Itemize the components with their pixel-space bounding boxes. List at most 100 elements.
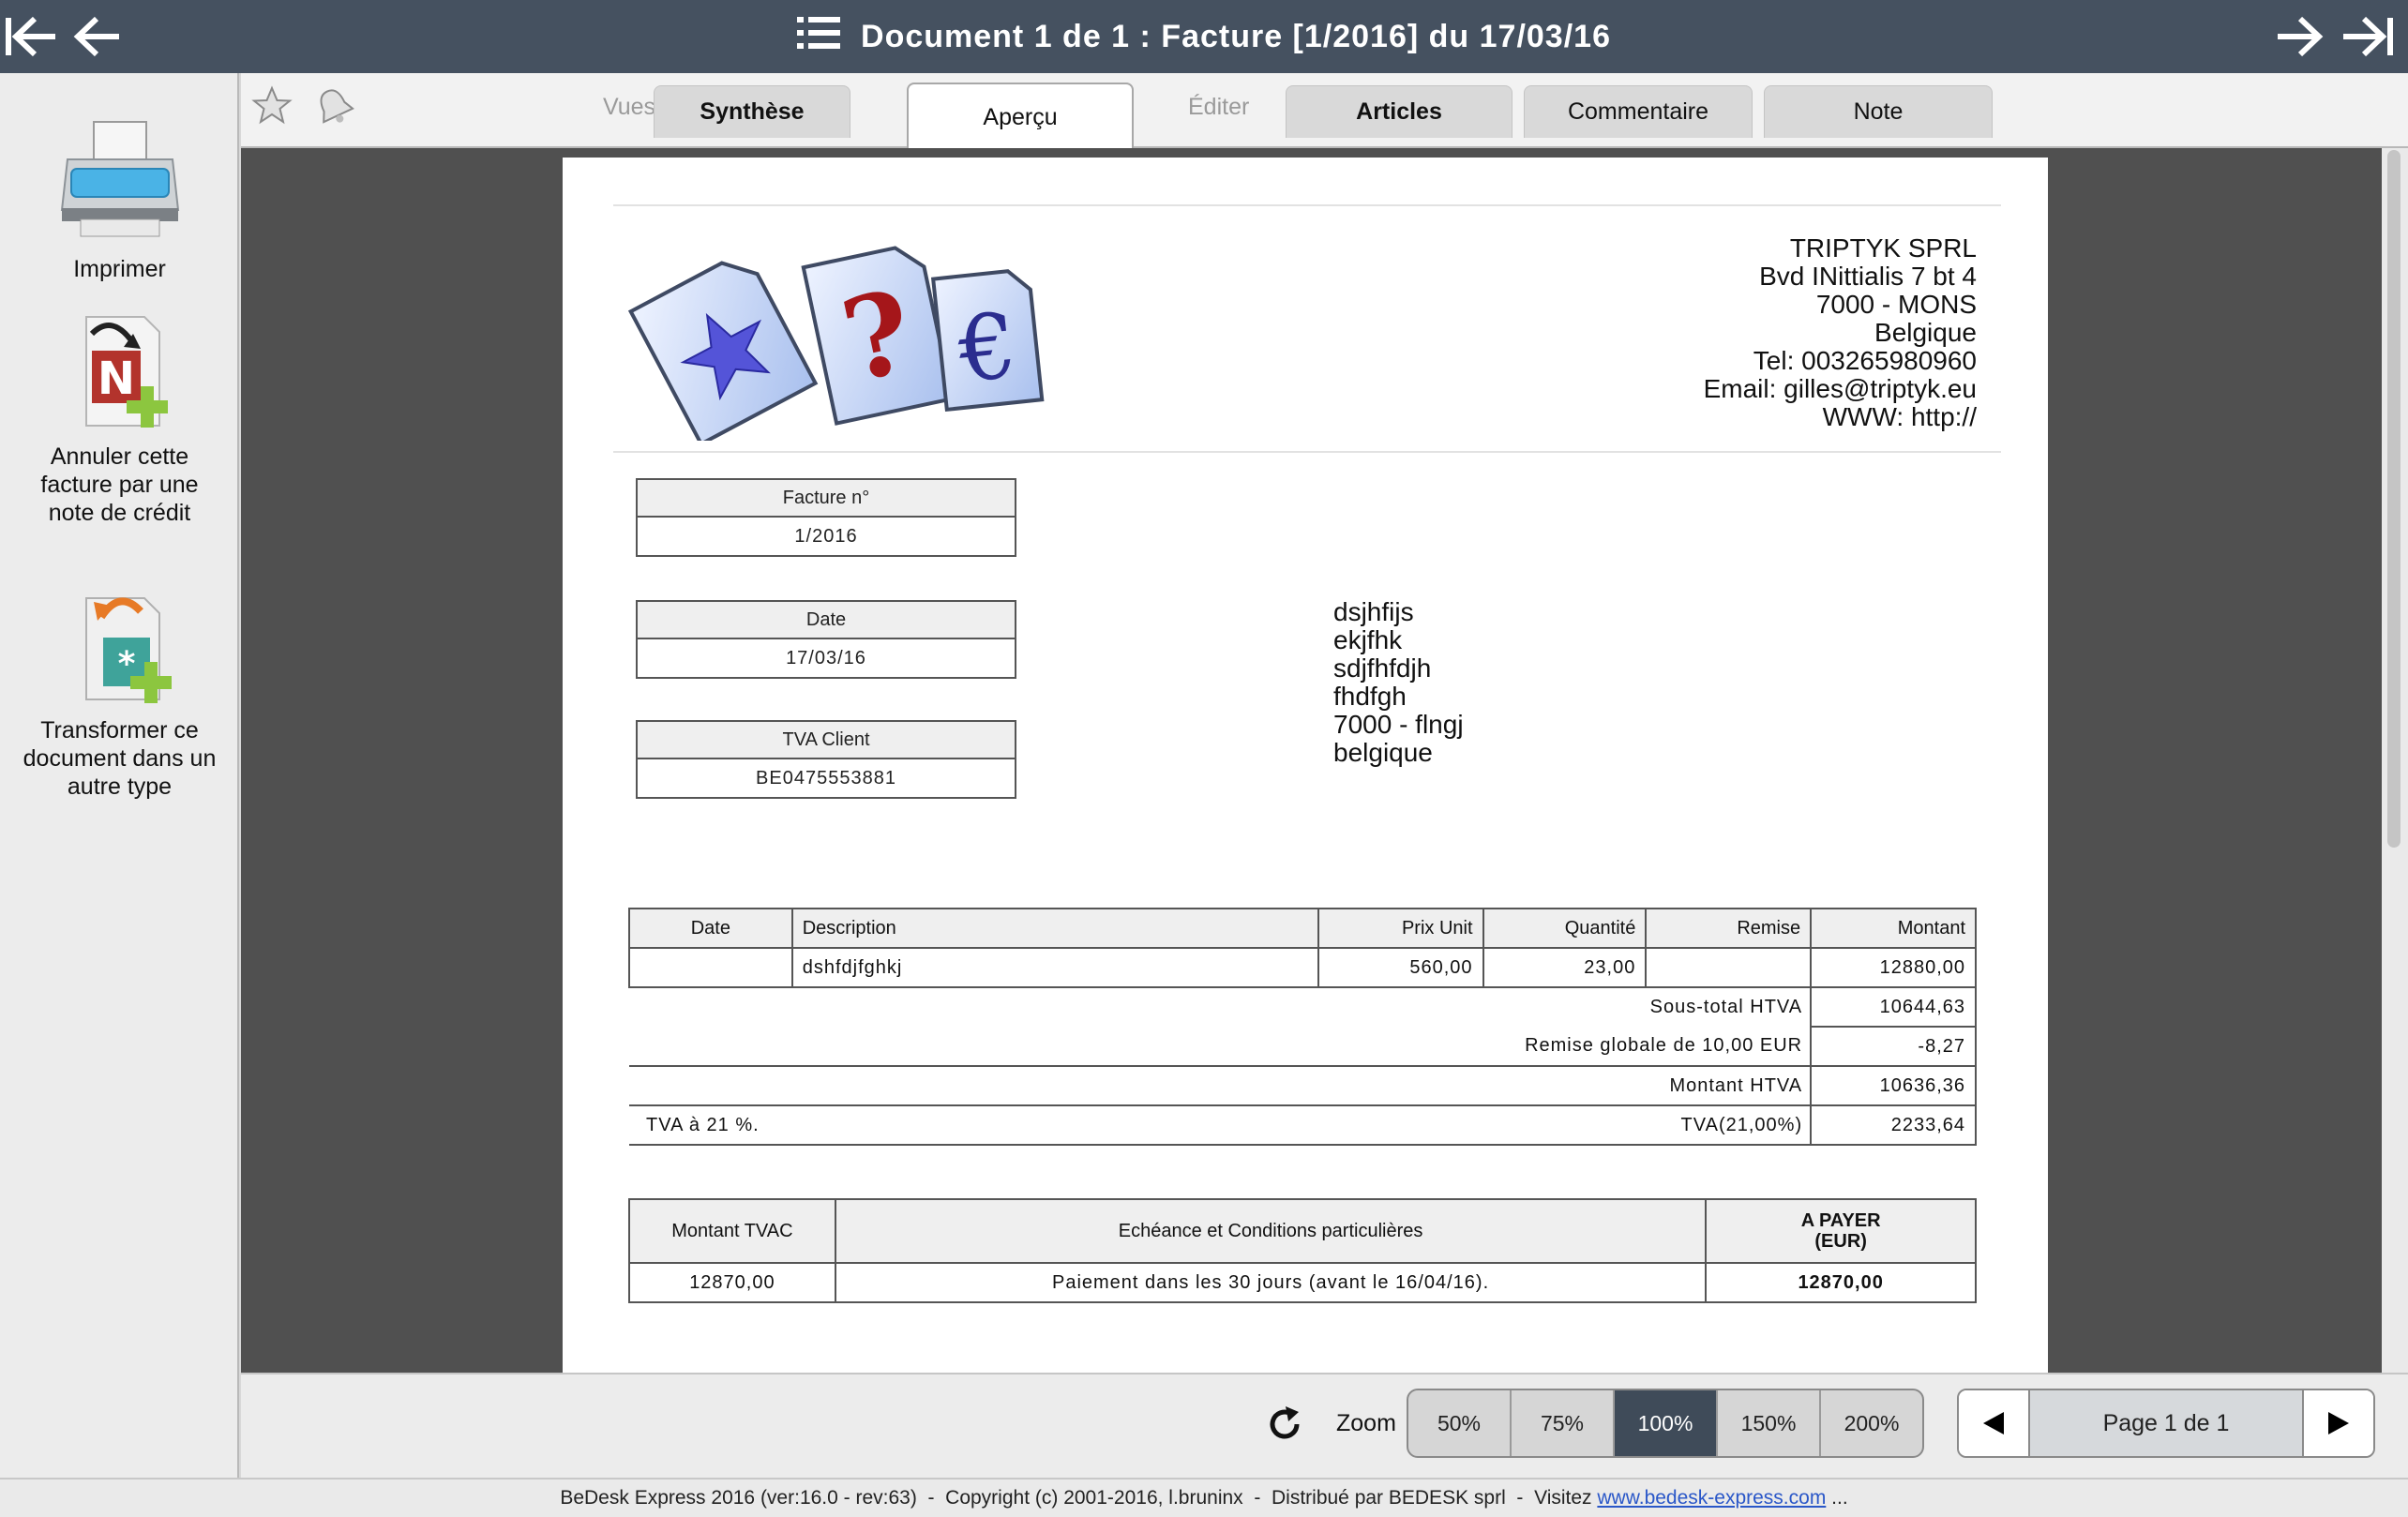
zoom-selector: 50% 75% 100% 150% 200% [1407, 1389, 1924, 1458]
terms-value: Paiement dans les 30 jours (avant le 16/… [834, 1262, 1708, 1303]
line-amount: 12880,00 [1810, 947, 1977, 988]
company-phone: Tel: 003265980960 [1753, 346, 1977, 375]
global-discount-row: Remise globale de 10,00 EUR -8,27 [629, 1026, 1977, 1067]
zoom-150-button[interactable]: 150% [1718, 1390, 1821, 1456]
to-pay-label: A PAYER [1800, 1210, 1881, 1231]
col-description: Description [790, 908, 1319, 949]
zoom-50-button[interactable]: 50% [1408, 1390, 1512, 1456]
action-panel: Imprimer N Annuler cette facture par une… [0, 73, 239, 1478]
zoom-100-button[interactable]: 100% [1615, 1390, 1718, 1456]
net-amount-row: Montant HTVA 10636,36 [629, 1065, 1977, 1106]
global-discount-label: Remise globale de 10,00 EUR [1525, 1035, 1803, 1056]
next-page-button[interactable] [2304, 1390, 2373, 1456]
client-line: dsjhfijs [1333, 597, 1414, 626]
address-divider [613, 451, 2001, 453]
col-date: Date [628, 908, 793, 949]
invoice-date-label: Date [638, 602, 1015, 639]
line-quantity: 23,00 [1482, 947, 1648, 988]
transform-document-icon: * [54, 579, 186, 711]
client-line: belgique [1333, 738, 1433, 767]
zoom-200-button[interactable]: 200% [1821, 1390, 1922, 1456]
terms-label: Echéance et Conditions particulières [834, 1198, 1708, 1264]
edit-group-label: Éditer [1188, 94, 1250, 120]
company-email: Email: gilles@triptyk.eu [1703, 374, 1977, 403]
client-line: fhdfgh [1333, 682, 1407, 711]
company-country: Belgique [1874, 318, 1977, 347]
tvac-label: Montant TVAC [628, 1198, 836, 1264]
company-name: TRIPTYK SPRL [1789, 233, 1977, 263]
invoice-summary-table: Montant TVAC Echéance et Conditions part… [628, 1198, 1977, 1303]
next-document-button[interactable] [2271, 8, 2329, 66]
preview-scrollbar[interactable] [2382, 148, 2408, 1373]
list-icon[interactable] [797, 16, 841, 57]
triangle-left-icon [1983, 1412, 2004, 1434]
col-amount: Montant [1810, 908, 1977, 949]
invoice-number-box: Facture n° 1/2016 [636, 478, 1016, 557]
client-vat-box: TVA Client BE0475553881 [636, 720, 1016, 799]
invoice-date-box: Date 17/03/16 [636, 600, 1016, 679]
status-bar: BeDesk Express 2016 (ver:16.0 - rev:63) … [0, 1478, 2408, 1517]
print-label: Imprimer [73, 256, 166, 282]
client-address: dsjhfijs ekjfhk sdjfhfdjh fhdfgh 7000 - … [1333, 598, 1464, 767]
subtotal-row: Sous-total HTVA 10644,63 [629, 986, 1977, 1028]
global-discount-value: -8,27 [1810, 1026, 1977, 1067]
tab-note[interactable]: Note [1764, 85, 1993, 138]
client-vat-label: TVA Client [638, 722, 1015, 759]
tab-commentaire[interactable]: Commentaire [1524, 85, 1753, 138]
website-link[interactable]: www.bedesk-express.com [1597, 1487, 1826, 1509]
tab-synthese[interactable]: Synthèse [654, 85, 850, 138]
invoice-number-value: 1/2016 [794, 525, 858, 547]
invoice-page: ? € TRIPTYK SPRL Bvd INittialis 7 bt 4 7… [563, 158, 2048, 1373]
triangle-right-icon [2328, 1412, 2349, 1434]
subtotal-label: Sous-total HTVA [1649, 997, 1803, 1017]
document-preview[interactable]: ? € TRIPTYK SPRL Bvd INittialis 7 bt 4 7… [241, 148, 2382, 1373]
refresh-icon[interactable] [1265, 1404, 1304, 1449]
subtotal-value: 10644,63 [1810, 986, 1977, 1028]
print-action[interactable]: Imprimer [0, 118, 239, 283]
credit-note-action[interactable]: N Annuler cette facture par une note de … [0, 306, 239, 527]
client-line: 7000 - flngj [1333, 710, 1464, 739]
vat-note: TVA à 21 %. [629, 1104, 1318, 1146]
zoom-label: Zoom [1336, 1410, 1396, 1436]
status-tail: ... [1826, 1487, 1848, 1509]
to-pay-unit: (EUR) [1814, 1231, 1867, 1252]
invoice-lines-table: Date Description Prix Unit Quantité Remi… [628, 908, 1977, 1146]
line-date [628, 947, 793, 988]
header-divider [613, 204, 2001, 206]
previous-page-button[interactable] [1959, 1390, 2028, 1456]
col-discount: Remise [1645, 908, 1813, 949]
status-text: BeDesk Express 2016 (ver:16.0 - rev:63) … [560, 1487, 1598, 1509]
col-unit-price: Prix Unit [1317, 908, 1484, 949]
client-line: ekjfhk [1333, 625, 1403, 654]
last-document-button[interactable] [2339, 8, 2397, 66]
client-vat-value: BE0475553881 [756, 767, 896, 789]
company-website: WWW: http:// [1822, 402, 1977, 431]
vat-label: TVA(21,00%) [1317, 1104, 1812, 1146]
scrollbar-thumb[interactable] [2387, 150, 2400, 848]
transform-document-action[interactable]: * Transformer ce document dans un autre … [0, 579, 239, 801]
company-city: 7000 - MONS [1815, 290, 1977, 319]
table-row: dshfdjfghkj 560,00 23,00 12880,00 [628, 947, 1977, 988]
printer-icon [54, 118, 186, 249]
tab-apercu[interactable]: Aperçu [907, 83, 1134, 150]
tab-articles[interactable]: Articles [1286, 85, 1513, 138]
views-group-label: Vues [603, 94, 656, 120]
invoice-date-value: 17/03/16 [786, 647, 866, 668]
transform-document-label: Transformer ce document dans un autre ty… [23, 717, 217, 800]
zoom-75-button[interactable]: 75% [1512, 1390, 1615, 1456]
bottom-toolbar: Zoom 50% 75% 100% 150% 200% Page 1 de 1 [241, 1373, 2408, 1478]
favorite-star-icon[interactable] [250, 84, 293, 132]
page-navigator: Page 1 de 1 [1957, 1389, 2375, 1458]
svg-text:N: N [97, 353, 134, 405]
tab-bar: Vues Synthèse Aperçu Éditer Articles Com… [241, 73, 2408, 150]
company-logo: ? € [621, 225, 1061, 447]
credit-note-icon: N [54, 306, 186, 437]
company-street: Bvd INittialis 7 bt 4 [1759, 262, 1977, 291]
line-unit-price: 560,00 [1317, 947, 1484, 988]
company-address: TRIPTYK SPRL Bvd INittialis 7 bt 4 7000 … [1704, 234, 1977, 431]
vat-value: 2233,64 [1810, 1104, 1977, 1146]
reminder-bell-icon[interactable] [312, 84, 355, 132]
client-line: sdjfhfdjh [1333, 653, 1432, 683]
invoice-number-label: Facture n° [638, 480, 1015, 518]
skip-to-last-icon [2343, 16, 2393, 57]
